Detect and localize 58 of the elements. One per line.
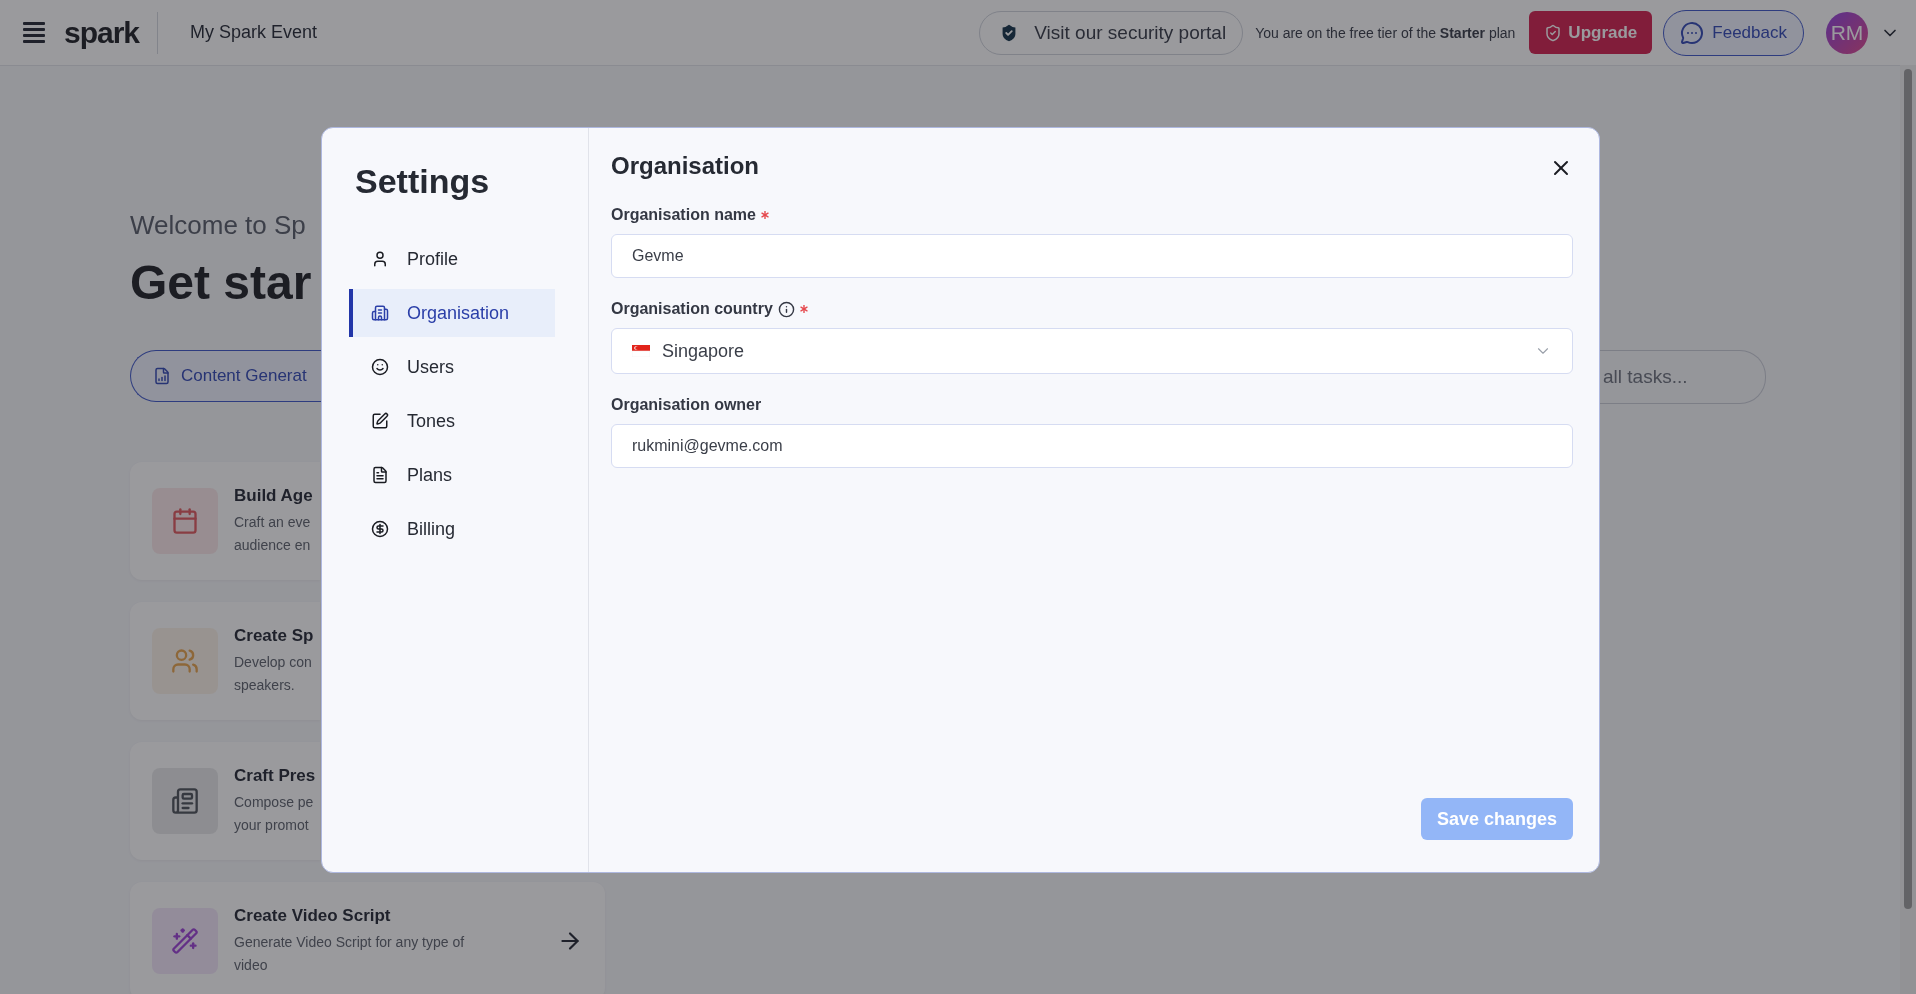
people-icon — [171, 647, 199, 675]
dollar-icon — [371, 520, 389, 538]
plan-notice: You are on the free tier of the Starter plan — [1255, 24, 1516, 41]
card-description: Generate Video Script for any type of — [234, 933, 465, 952]
task-card[interactable]: Build Age Craft an eve audience en — [130, 462, 320, 580]
field-label: Organisation owner — [611, 396, 762, 414]
task-card[interactable]: Craft Pres Compose pe your promot — [130, 742, 320, 860]
event-title: My Spark Event — [190, 22, 318, 43]
user-icon — [371, 250, 389, 268]
logo[interactable]: spark — [64, 15, 140, 50]
flag-icon — [632, 345, 650, 357]
card-title: Craft Pres — [234, 766, 316, 786]
welcome-text: Welcome to Sp — [130, 210, 306, 241]
feedback-button[interactable]: Feedback — [1663, 9, 1804, 56]
card-description: your promot — [234, 816, 309, 835]
required-icon — [799, 305, 808, 313]
settings-menu-item[interactable]: Billing — [349, 505, 555, 553]
building-icon — [371, 304, 389, 322]
newspaper-icon — [171, 787, 199, 815]
settings-menu-item[interactable]: Plans — [349, 451, 555, 499]
card-description: Compose pe — [234, 793, 314, 812]
upgrade-button[interactable]: Upgrade — [1529, 11, 1653, 54]
search-field[interactable]: all tasks... — [1599, 350, 1766, 404]
task-card[interactable]: Create Video Script Generate Video Script for any type of video — [130, 882, 605, 994]
card-description: speakers. — [234, 676, 295, 695]
edit-icon — [371, 412, 389, 430]
card-description: Develop con — [234, 653, 312, 672]
task-card[interactable]: Create Sp Develop con speakers. — [130, 602, 320, 720]
scrollbar[interactable] — [1900, 65, 1916, 994]
settings-menu-item[interactable]: Profile — [349, 235, 555, 283]
shield-icon — [1544, 23, 1563, 42]
card-description: Craft an eve — [234, 513, 311, 532]
card-title: Build Age — [234, 486, 313, 506]
chat-icon — [1680, 20, 1705, 45]
page-heading: Get star — [130, 255, 312, 310]
card-title: Create Video Script — [234, 906, 391, 926]
settings-menu-item[interactable]: Users — [349, 343, 555, 391]
dialog-title: Settings — [355, 162, 490, 201]
field-label: Organisation country — [611, 300, 773, 318]
settings-menu-item[interactable]: Organisation — [349, 289, 555, 337]
face-icon — [371, 358, 389, 376]
section-title: Organisation — [611, 152, 760, 180]
document-icon — [371, 466, 389, 484]
card-title: Create Sp — [234, 626, 314, 646]
input-field[interactable]: Gevme — [611, 234, 1573, 278]
info-icon[interactable] — [777, 300, 795, 318]
required-icon — [760, 211, 769, 219]
card-description: audience en — [234, 536, 311, 555]
settings-menu-item[interactable]: Tones — [349, 397, 555, 445]
magic-wand-icon — [171, 927, 199, 955]
field-label: Organisation name — [611, 206, 756, 224]
card-description: video — [234, 956, 268, 975]
calendar-icon — [171, 507, 199, 535]
avatar[interactable]: RM — [1826, 11, 1868, 54]
input-field[interactable]: rukmini@gevme.com — [611, 424, 1573, 468]
file-chart-icon — [153, 367, 171, 385]
country-select[interactable]: Singapore — [611, 328, 1573, 374]
menu-icon[interactable] — [22, 21, 46, 44]
